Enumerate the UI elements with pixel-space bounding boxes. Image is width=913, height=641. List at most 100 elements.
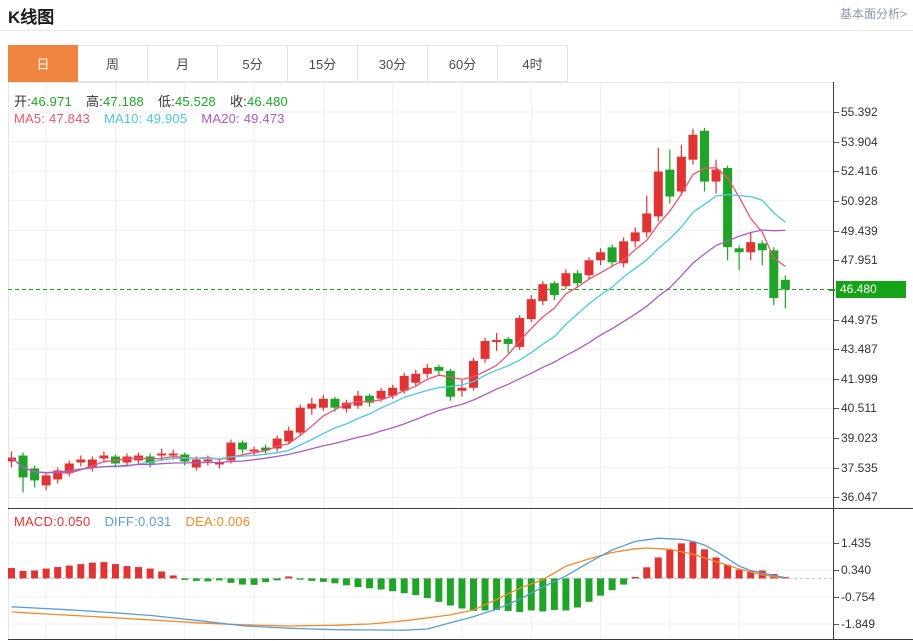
candle-body <box>573 273 582 283</box>
candle-body <box>561 273 570 286</box>
price-axis-tick <box>834 142 839 143</box>
macd-item-2: DEA:0.006 <box>185 514 250 529</box>
macd-axis-tick <box>834 624 839 625</box>
ma20-line <box>12 230 786 473</box>
macd-tick-label: 0.340 <box>841 562 871 578</box>
price-axis-tick <box>834 438 839 439</box>
candle-body <box>99 455 108 458</box>
candle-body <box>19 455 28 477</box>
price-tick-label: 44.975 <box>841 312 878 328</box>
tab-day[interactable]: 日 <box>8 45 78 82</box>
candle-body <box>354 396 363 406</box>
candle-body <box>434 367 443 371</box>
candle-body <box>677 157 686 192</box>
candle-body <box>527 299 536 319</box>
candle-body <box>307 404 316 409</box>
macd-item-0: MACD:0.050 <box>14 514 90 529</box>
candle-body <box>284 431 293 442</box>
tab-min5[interactable]: 5分 <box>218 45 288 82</box>
price-tick-label: 49.439 <box>841 223 878 239</box>
price-axis-tick <box>834 112 839 113</box>
candle-body <box>492 340 501 342</box>
candle-body <box>746 242 755 252</box>
candle-body <box>330 399 339 408</box>
tab-month[interactable]: 月 <box>148 45 218 82</box>
macd-axis-tick <box>834 570 839 571</box>
price-axis-tick <box>834 468 839 469</box>
ohlc-item-0: 开:46.971 <box>14 94 72 109</box>
candle-body <box>654 172 663 217</box>
chart-right-border <box>833 82 834 640</box>
macd-axis-tick <box>834 597 839 598</box>
candle-body <box>319 399 328 408</box>
price-axis-tick <box>834 379 839 380</box>
kline-chart-page: K线图 基本面分析> 日周月5分15分30分60分4时 开:46.971高:47… <box>0 0 913 641</box>
price-tick-label: 47.951 <box>841 252 878 268</box>
ohlc-item-2: 低:45.528 <box>158 94 216 109</box>
tab-week[interactable]: 周 <box>78 45 148 82</box>
candlestick-chart[interactable] <box>8 82 833 508</box>
page-title: K线图 <box>8 3 54 28</box>
price-axis-tick <box>834 171 839 172</box>
price-gridlines <box>8 82 833 508</box>
candle-body <box>250 450 259 452</box>
candle-body <box>596 252 605 260</box>
tab-hour4[interactable]: 4时 <box>498 45 568 82</box>
candle-body <box>192 459 201 467</box>
candle-body <box>411 374 420 383</box>
price-tick-label: 43.487 <box>841 341 878 357</box>
candle-body <box>446 371 455 397</box>
candle-body <box>631 232 640 241</box>
price-tick-label: 37.535 <box>841 460 878 476</box>
ohlc-item-3: 收:46.480 <box>230 94 288 109</box>
price-tick-label: 39.023 <box>841 430 878 446</box>
candle-body <box>203 459 212 461</box>
candle-body <box>735 248 744 252</box>
candle-body <box>723 168 732 247</box>
ohlc-legend: 开:46.971高:47.188低:45.528收:46.480 <box>14 91 302 110</box>
candle-body <box>76 459 85 462</box>
candle-body <box>781 280 790 290</box>
candle-body <box>423 368 432 374</box>
price-axis-tick <box>834 201 839 202</box>
candle-body <box>504 339 513 344</box>
current-price-tick <box>829 289 835 291</box>
candle-body <box>481 341 490 359</box>
tab-min30[interactable]: 30分 <box>358 45 428 82</box>
candle-body <box>169 454 178 456</box>
candle-body <box>585 260 594 275</box>
ma-item-1: MA10: 49.905 <box>104 111 187 126</box>
price-axis-tick <box>834 320 839 321</box>
candle-body <box>712 170 721 182</box>
candle-body <box>758 243 767 250</box>
ma5-line <box>12 168 786 474</box>
price-tick-label: 50.928 <box>841 193 878 209</box>
fundamental-analysis-link[interactable]: 基本面分析> <box>840 5 907 22</box>
price-axis-tick <box>834 408 839 409</box>
price-tick-label: 53.904 <box>841 134 878 150</box>
candle-body <box>42 475 51 485</box>
macd-legend: MACD:0.050DIFF:0.031DEA:0.006 <box>14 514 264 529</box>
tab-min60[interactable]: 60分 <box>428 45 498 82</box>
macd-histogram <box>8 542 789 612</box>
candle-body <box>608 247 617 262</box>
candle-body <box>688 135 697 160</box>
candle-body <box>700 131 709 182</box>
current-price-badge: 46.480 <box>836 281 906 298</box>
candle-body <box>238 443 247 450</box>
macd-tick-label: -0.754 <box>841 589 875 605</box>
macd-axis-tick <box>834 543 839 544</box>
candle-body <box>469 361 478 388</box>
candle-body <box>665 170 674 197</box>
price-axis-tick <box>834 260 839 261</box>
candle-body <box>377 391 386 399</box>
candle-body <box>550 283 559 295</box>
candle-body <box>538 284 547 301</box>
candle-body <box>642 213 651 232</box>
price-axis-tick <box>834 497 839 498</box>
tab-min15[interactable]: 15分 <box>288 45 358 82</box>
timeframe-tabbar: 日周月5分15分30分60分4时 <box>8 45 568 82</box>
candle-body <box>515 318 524 347</box>
ma-item-2: MA20: 49.473 <box>201 111 284 126</box>
candle-body <box>400 376 409 391</box>
